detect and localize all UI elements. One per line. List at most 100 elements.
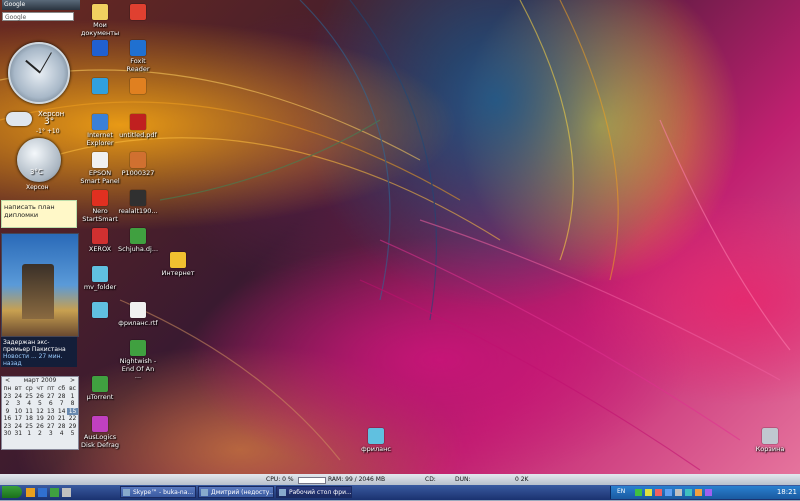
- icon-xerox[interactable]: XEROX: [80, 228, 120, 254]
- icon-internet-explorer[interactable]: Internet Explorer: [80, 114, 120, 147]
- calendar-day[interactable]: 30: [2, 430, 13, 438]
- calendar-day[interactable]: 5: [35, 400, 46, 408]
- calendar-day[interactable]: 1: [67, 393, 78, 401]
- calendar-day[interactable]: 14: [56, 408, 67, 416]
- calendar-day[interactable]: 23: [2, 423, 13, 431]
- tray-icon[interactable]: [675, 489, 682, 496]
- desktop-icon[interactable]: [62, 488, 71, 497]
- google-search-input[interactable]: Google: [2, 12, 74, 21]
- calendar-day[interactable]: 23: [2, 393, 13, 401]
- calendar-day[interactable]: 5: [67, 430, 78, 438]
- calendar-day[interactable]: 11: [24, 408, 35, 416]
- icon-my-documents[interactable]: Мои документы: [80, 4, 120, 37]
- utorrent-icon[interactable]: [50, 488, 59, 497]
- icon-unnamed-5[interactable]: [118, 78, 158, 96]
- icon-mv-folder[interactable]: mv_folder: [80, 266, 120, 292]
- tray-icon[interactable]: [655, 489, 662, 496]
- ie-icon[interactable]: [38, 488, 47, 497]
- icon-epson[interactable]: EPSON Smart Panel: [80, 152, 120, 185]
- calendar-day[interactable]: 18: [24, 415, 35, 423]
- calendar-day[interactable]: 10: [13, 408, 24, 416]
- tray-icon[interactable]: [645, 489, 652, 496]
- calendar-day[interactable]: 24: [13, 423, 24, 431]
- taskbar-button-label: Рабочий стол фри...: [289, 489, 352, 496]
- tray-icon[interactable]: [685, 489, 692, 496]
- icon-internet[interactable]: Интернет: [158, 252, 198, 278]
- calendar-day[interactable]: 7: [56, 400, 67, 408]
- calendar-day[interactable]: 22: [67, 415, 78, 423]
- icon-unnamed-2[interactable]: [80, 78, 120, 96]
- tray-clock[interactable]: 18:21: [777, 488, 797, 496]
- calendar-day[interactable]: 13: [45, 408, 56, 416]
- calendar-day[interactable]: 26: [35, 423, 46, 431]
- notes-gadget[interactable]: написать план дипломки: [1, 200, 77, 228]
- calendar-day[interactable]: 31: [13, 430, 24, 438]
- calendar-day[interactable]: 3: [13, 400, 24, 408]
- calendar-day[interactable]: 9: [2, 408, 13, 416]
- icon-unnamed-4[interactable]: [118, 4, 158, 22]
- calendar-day[interactable]: 4: [56, 430, 67, 438]
- icon-freelance-folder[interactable]: фриланс: [356, 428, 396, 454]
- icon-unnamed-3[interactable]: [80, 302, 120, 320]
- taskbar-button[interactable]: Skype™ - buka-na...: [120, 486, 196, 498]
- calendar-day[interactable]: 12: [35, 408, 46, 416]
- icon-unnamed-5-image: [130, 78, 146, 94]
- folder-icon[interactable]: [26, 488, 35, 497]
- icon-foxit[interactable]: Foxit Reader: [118, 40, 158, 73]
- calendar-day[interactable]: 6: [45, 400, 56, 408]
- calendar-day[interactable]: 28: [56, 393, 67, 401]
- calendar-day[interactable]: 21: [56, 415, 67, 423]
- calendar-day[interactable]: 1: [24, 430, 35, 438]
- language-indicator[interactable]: EN: [617, 488, 625, 495]
- calendar-day[interactable]: 27: [45, 393, 56, 401]
- calendar-prev-button[interactable]: <: [5, 377, 10, 385]
- cpu-meter: [298, 477, 326, 484]
- taskbar-button[interactable]: Дмитрий (недосту...: [198, 486, 274, 498]
- desktop-icon-label: Корзина: [755, 445, 785, 453]
- icon-xerox-image: [92, 228, 108, 244]
- calendar-day[interactable]: 29: [67, 423, 78, 431]
- google-gadget-bar[interactable]: Google: [2, 0, 80, 10]
- taskbar-button[interactable]: Рабочий стол фри...: [276, 486, 352, 498]
- tray-icon[interactable]: [705, 489, 712, 496]
- tray-icon[interactable]: [695, 489, 702, 496]
- calendar-day[interactable]: 8: [67, 400, 78, 408]
- icon-utorrent[interactable]: µTorrent: [80, 376, 120, 402]
- tray-icon[interactable]: [665, 489, 672, 496]
- icon-schjuha[interactable]: Schjuha.dj...: [118, 228, 158, 254]
- start-button[interactable]: [2, 486, 22, 498]
- calendar-day[interactable]: 15: [67, 407, 78, 415]
- icon-auslogics[interactable]: AusLogics Disk Defrag: [80, 416, 120, 449]
- icon-nero-image: [92, 190, 108, 206]
- calendar-day[interactable]: 3: [45, 430, 56, 438]
- calendar-day[interactable]: 4: [24, 400, 35, 408]
- calendar-next-button[interactable]: >: [70, 377, 75, 385]
- icon-freelance-folder-image: [368, 428, 384, 444]
- tray-icon[interactable]: [635, 489, 642, 496]
- calendar-day[interactable]: 27: [45, 423, 56, 431]
- icon-freelance-rtf[interactable]: фриланс.rtf: [118, 302, 158, 328]
- icon-untitled-pdf[interactable]: untitled.pdf: [118, 114, 158, 140]
- calendar-day[interactable]: 28: [56, 423, 67, 431]
- calendar-day[interactable]: 17: [13, 415, 24, 423]
- calendar-day[interactable]: 2: [2, 400, 13, 408]
- icon-nightwish[interactable]: Nightwish - End Of An ...: [118, 340, 158, 381]
- icon-recycle-bin[interactable]: Корзина: [750, 428, 790, 454]
- calendar-day[interactable]: 25: [24, 423, 35, 431]
- cloud-icon: [6, 112, 32, 126]
- calendar-day[interactable]: 2: [35, 430, 46, 438]
- icon-unnamed-1[interactable]: [80, 40, 120, 58]
- icon-p1000327[interactable]: P1000327: [118, 152, 158, 178]
- desktop-icon-label: realalt190...: [118, 207, 158, 215]
- calendar-day[interactable]: 19: [35, 415, 46, 423]
- icon-realalt[interactable]: realalt190...: [118, 190, 158, 216]
- icon-nero[interactable]: Nero StartSmart: [80, 190, 120, 223]
- calendar-day[interactable]: 16: [2, 415, 13, 423]
- news-gadget[interactable]: Задержан экс-премьер Пакистана Новости .…: [1, 337, 77, 367]
- calendar-day[interactable]: 25: [24, 393, 35, 401]
- slideshow-gadget[interactable]: [1, 233, 79, 337]
- calendar-day[interactable]: 26: [35, 393, 46, 401]
- calendar-day[interactable]: 20: [45, 415, 56, 423]
- calendar-day[interactable]: 24: [13, 393, 24, 401]
- clock-minute-hand: [39, 52, 52, 74]
